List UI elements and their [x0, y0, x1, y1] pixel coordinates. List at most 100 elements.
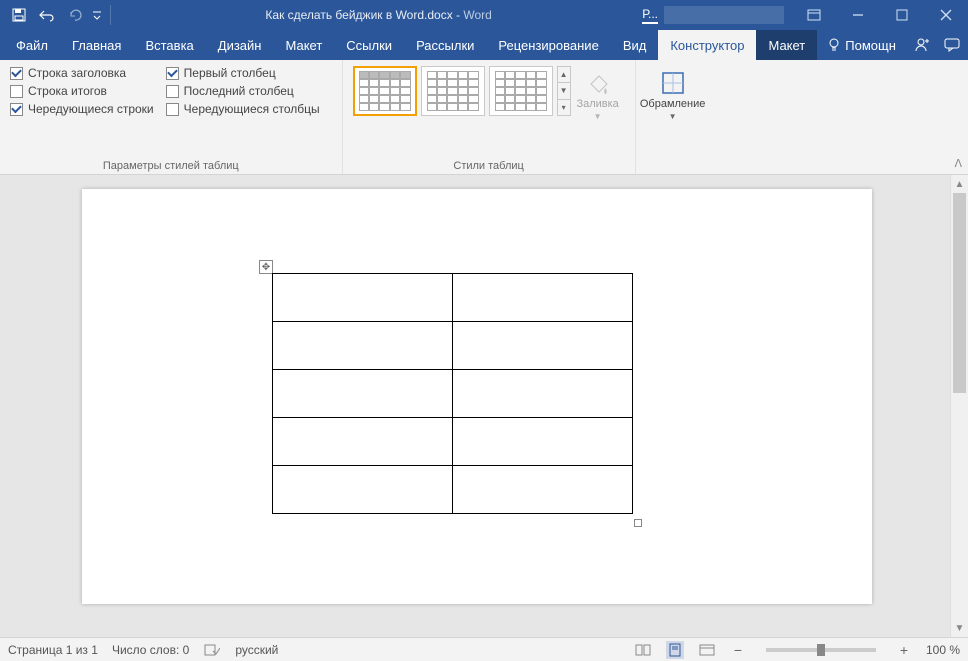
options-column-2: Первый столбец Последний столбец Чередую… [166, 66, 320, 116]
gallery-scroll: ▲ ▼ ▾ [557, 66, 571, 116]
group-table-style-options: Строка заголовка Строка итогов Чередующи… [0, 60, 343, 174]
tell-me-button[interactable]: Помощн [817, 30, 906, 60]
page-indicator[interactable]: Страница 1 из 1 [8, 643, 98, 657]
zoom-in-button[interactable]: + [896, 642, 912, 658]
table-cell[interactable] [273, 466, 453, 514]
collapse-ribbon-icon[interactable]: ᐱ [954, 157, 962, 170]
scroll-thumb[interactable] [953, 193, 966, 393]
undo-button[interactable] [34, 3, 60, 27]
check-first-column[interactable]: Первый столбец [166, 66, 320, 80]
print-layout-icon[interactable] [666, 641, 684, 659]
ribbon: Строка заголовка Строка итогов Чередующи… [0, 60, 968, 175]
save-button[interactable] [6, 3, 32, 27]
tab-references[interactable]: Ссылки [334, 30, 404, 60]
tab-insert[interactable]: Вставка [133, 30, 205, 60]
check-header-row[interactable]: Строка заголовка [10, 66, 154, 80]
qat-customize-icon[interactable] [90, 3, 104, 27]
table-cell[interactable] [273, 418, 453, 466]
style-swatch-3[interactable] [489, 66, 553, 116]
read-mode-icon[interactable] [634, 641, 652, 659]
document-viewport[interactable]: ✥ [0, 175, 950, 637]
style-swatch-1[interactable] [353, 66, 417, 116]
spellcheck-icon[interactable] [203, 641, 221, 659]
table-resize-handle-icon[interactable] [634, 519, 642, 527]
borders-button[interactable]: Обрамление ▼ [646, 66, 700, 125]
table-cell[interactable] [453, 322, 633, 370]
style-swatch-2[interactable] [421, 66, 485, 116]
group-label [646, 158, 700, 172]
table-row[interactable] [273, 322, 633, 370]
table-move-handle-icon[interactable]: ✥ [259, 260, 273, 274]
checkbox-icon [166, 67, 179, 80]
table-cell[interactable] [273, 322, 453, 370]
check-banded-rows[interactable]: Чередующиеся строки [10, 102, 154, 116]
close-button[interactable] [924, 0, 968, 30]
web-layout-icon[interactable] [698, 641, 716, 659]
chevron-down-icon: ▼ [669, 112, 677, 121]
table-row[interactable] [273, 466, 633, 514]
group-label: Параметры стилей таблиц [10, 158, 332, 172]
document-name: Как сделать бейджик в Word.docx [265, 8, 452, 22]
tab-design[interactable]: Дизайн [206, 30, 274, 60]
lightbulb-icon [827, 38, 841, 52]
checkbox-icon [166, 103, 179, 116]
chevron-down-icon: ▼ [594, 112, 602, 121]
table-cell[interactable] [273, 370, 453, 418]
comments-icon[interactable] [937, 30, 968, 60]
tab-file[interactable]: Файл [4, 30, 60, 60]
check-banded-columns[interactable]: Чередующиеся столбцы [166, 102, 320, 116]
borders-icon [660, 70, 686, 96]
tab-layout[interactable]: Макет [273, 30, 334, 60]
document-area: ✥ ▲ ▼ [0, 175, 968, 637]
options-column-1: Строка заголовка Строка итогов Чередующи… [10, 66, 154, 116]
tab-table-layout[interactable]: Макет [756, 30, 817, 60]
table-row[interactable] [273, 418, 633, 466]
status-bar: Страница 1 из 1 Число слов: 0 русский − … [0, 637, 968, 661]
table-cell[interactable] [453, 274, 633, 322]
tab-mailings[interactable]: Рассылки [404, 30, 486, 60]
checkbox-icon [10, 85, 23, 98]
page[interactable]: ✥ [82, 189, 872, 604]
gallery-scroll-up-icon[interactable]: ▲ [558, 67, 570, 83]
tab-view[interactable]: Вид [611, 30, 659, 60]
word-count[interactable]: Число слов: 0 [112, 643, 189, 657]
contextual-tab-indicator: Р... [642, 7, 658, 24]
table-cell[interactable] [453, 466, 633, 514]
table-cell[interactable] [453, 370, 633, 418]
help-label: Помощн [845, 38, 896, 53]
check-last-column[interactable]: Последний столбец [166, 84, 320, 98]
group-borders: Обрамление ▼ [636, 60, 710, 174]
vertical-scrollbar[interactable]: ▲ ▼ [950, 175, 968, 637]
zoom-level[interactable]: 100 % [926, 643, 960, 657]
ribbon-tabs: Файл Главная Вставка Дизайн Макет Ссылки… [0, 30, 968, 60]
maximize-button[interactable] [880, 0, 924, 30]
table-styles-gallery: ▲ ▼ ▾ [353, 66, 571, 116]
gallery-expand-icon[interactable]: ▾ [558, 100, 570, 115]
checkbox-icon [10, 103, 23, 116]
zoom-slider-knob[interactable] [817, 644, 825, 656]
table-cell[interactable] [453, 418, 633, 466]
checkbox-icon [10, 67, 23, 80]
separator [110, 5, 111, 25]
tab-home[interactable]: Главная [60, 30, 133, 60]
tab-table-design[interactable]: Конструктор [658, 30, 756, 60]
document-table[interactable] [272, 273, 633, 514]
zoom-out-button[interactable]: − [730, 642, 746, 658]
scroll-down-icon[interactable]: ▼ [951, 619, 968, 637]
tab-review[interactable]: Рецензирование [486, 30, 610, 60]
ribbon-display-options-icon[interactable] [792, 0, 836, 30]
quick-access-toolbar [0, 3, 115, 27]
zoom-slider[interactable] [766, 648, 876, 652]
account-area[interactable] [664, 6, 784, 24]
table-row[interactable] [273, 370, 633, 418]
table-cell[interactable] [273, 274, 453, 322]
group-label: Стили таблиц [353, 158, 625, 172]
shading-button: Заливка ▼ [571, 66, 625, 125]
scroll-up-icon[interactable]: ▲ [951, 175, 968, 193]
minimize-button[interactable] [836, 0, 880, 30]
check-total-row[interactable]: Строка итогов [10, 84, 154, 98]
language-indicator[interactable]: русский [235, 643, 278, 657]
gallery-scroll-down-icon[interactable]: ▼ [558, 83, 570, 99]
share-button[interactable] [906, 30, 937, 60]
redo-button[interactable] [62, 3, 88, 27]
